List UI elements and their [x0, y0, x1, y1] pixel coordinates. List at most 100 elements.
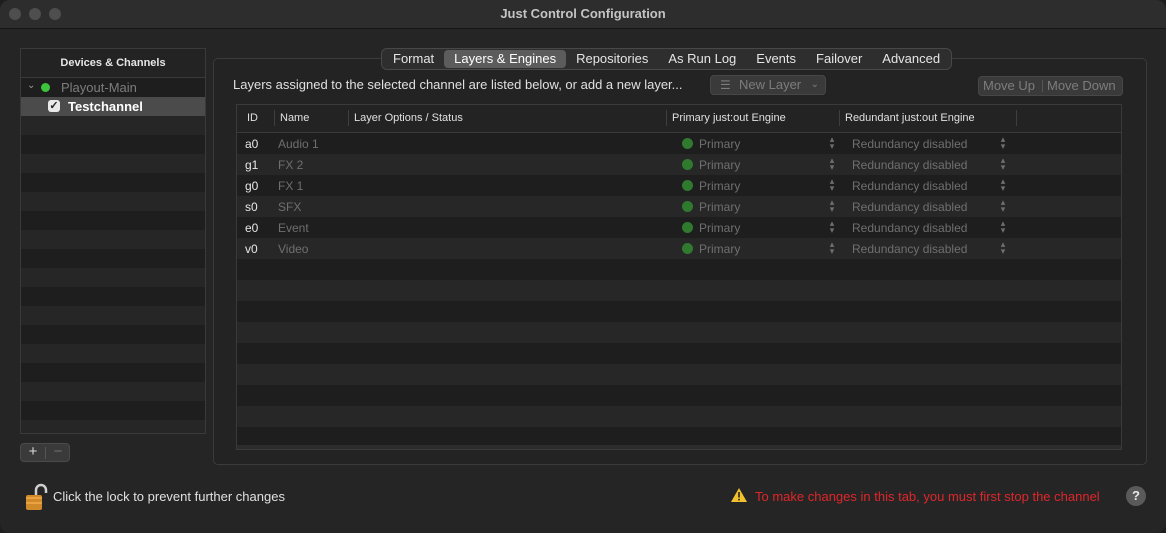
tab-as-run-log[interactable]: As Run Log	[658, 50, 746, 68]
tab-failover[interactable]: Failover	[806, 50, 872, 68]
tab-advanced[interactable]: Advanced	[872, 50, 950, 68]
lock-icon[interactable]	[26, 483, 48, 511]
table-bottom-edge	[237, 445, 1121, 449]
empty-row	[21, 325, 205, 344]
layers-table: ID Name Layer Options / Status Primary j…	[236, 104, 1122, 450]
column-header-id[interactable]: ID	[247, 112, 258, 124]
up-down-arrows-icon[interactable]: ▴ ▾	[999, 219, 1007, 235]
empty-row	[21, 287, 205, 306]
empty-row	[21, 135, 205, 154]
table-rows: a0 Audio 1 Primary ▴ ▾ Redundancy disabled ▴ ▾ g…	[237, 133, 1121, 448]
sidebar-empty-rows	[21, 116, 205, 433]
column-separator	[348, 110, 349, 126]
up-down-arrows-icon[interactable]: ▴ ▾	[828, 135, 836, 151]
empty-row	[237, 322, 1121, 343]
redundant-engine-value[interactable]: Redundancy disabled	[852, 137, 967, 151]
empty-row	[237, 364, 1121, 385]
empty-row	[21, 230, 205, 249]
add-button[interactable]: +	[21, 443, 45, 460]
engine-status-dot	[682, 222, 693, 233]
empty-row	[237, 280, 1121, 301]
layer-name: FX 2	[278, 158, 304, 172]
redundant-engine-value[interactable]: Redundancy disabled	[852, 221, 967, 235]
column-separator	[666, 110, 667, 126]
empty-row	[237, 301, 1121, 322]
up-down-arrows-icon[interactable]: ▴ ▾	[828, 156, 836, 172]
empty-row	[21, 401, 205, 420]
empty-row	[21, 363, 205, 382]
empty-row	[21, 382, 205, 401]
tab-events[interactable]: Events	[746, 50, 806, 68]
engine-status-dot	[682, 138, 693, 149]
redundant-engine-value[interactable]: Redundancy disabled	[852, 200, 967, 214]
table-row[interactable]: e0 Event Primary ▴ ▾ Redundancy disabled ▴ ▾	[237, 217, 1121, 238]
layer-name: Event	[278, 221, 309, 235]
up-down-arrows-icon[interactable]: ▴ ▾	[999, 198, 1007, 214]
layer-name: SFX	[278, 200, 302, 214]
configuration-window: Just Control Configuration Devices & Cha…	[0, 0, 1166, 533]
new-layer-button[interactable]: ☰ New Layer ⌄	[710, 75, 826, 95]
move-down-button[interactable]: Move Down	[1047, 77, 1116, 95]
table-row[interactable]: s0 SFX Primary ▴ ▾ Redundancy disabled ▴ ▾	[237, 196, 1121, 217]
primary-engine-value[interactable]: Primary	[699, 179, 740, 193]
table-row[interactable]: g0 FX 1 Primary ▴ ▾ Redundancy disabled ▴ ▾	[237, 175, 1121, 196]
move-up-button[interactable]: Move Up	[983, 77, 1035, 95]
up-down-arrows-icon[interactable]: ▴ ▾	[999, 177, 1007, 193]
devices-channels-list: Devices & Channels ⌄ Playout-Main ✓ Test…	[20, 48, 206, 434]
layer-id: g1	[245, 158, 259, 172]
remove-button[interactable]: −	[46, 443, 70, 460]
table-row[interactable]: g1 FX 2 Primary ▴ ▾ Redundancy disabled ▴ ▾	[237, 154, 1121, 175]
tab-bar: Format Layers & Engines Repositories As Run…	[381, 48, 953, 70]
layer-name: FX 1	[278, 179, 304, 193]
redundant-engine-value[interactable]: Redundancy disabled	[852, 179, 967, 193]
layer-id: g0	[245, 179, 259, 193]
up-down-arrows-icon[interactable]: ▴ ▾	[828, 198, 836, 214]
column-separator	[274, 110, 275, 126]
channel-enabled-checkbox[interactable]: ✓	[48, 100, 60, 112]
column-separator	[839, 110, 840, 126]
help-button[interactable]: ?	[1126, 486, 1146, 506]
up-down-arrows-icon[interactable]: ▴ ▾	[828, 177, 836, 193]
tab-layers-engines[interactable]: Layers & Engines	[444, 50, 567, 68]
table-row[interactable]: v0 Video Primary ▴ ▾ Redundancy disabled ▴ ▾	[237, 238, 1121, 259]
add-remove-control: + −	[20, 443, 70, 462]
empty-row	[21, 192, 205, 211]
divider	[1042, 80, 1043, 92]
tab-repositories[interactable]: Repositories	[566, 50, 658, 68]
up-down-arrows-icon[interactable]: ▴ ▾	[828, 240, 836, 256]
empty-row	[21, 173, 205, 192]
lock-message: Click the lock to prevent further change…	[53, 489, 285, 504]
chevron-down-icon[interactable]: ⌄	[27, 80, 35, 91]
up-down-arrows-icon[interactable]: ▴ ▾	[999, 135, 1007, 151]
empty-row	[21, 249, 205, 268]
redundant-engine-value[interactable]: Redundancy disabled	[852, 158, 967, 172]
empty-row	[21, 344, 205, 363]
layer-id: a0	[245, 137, 259, 151]
window-title: Just Control Configuration	[500, 6, 666, 21]
channel-row-testchannel[interactable]: ✓ Testchannel	[21, 97, 205, 116]
layer-id: v0	[245, 242, 258, 256]
device-status-dot	[41, 83, 50, 92]
table-row[interactable]: a0 Audio 1 Primary ▴ ▾ Redundancy disabled ▴ ▾	[237, 133, 1121, 154]
primary-engine-value[interactable]: Primary	[699, 221, 740, 235]
tab-format[interactable]: Format	[383, 50, 444, 68]
primary-engine-value[interactable]: Primary	[699, 242, 740, 256]
column-header-name[interactable]: Name	[280, 112, 309, 124]
empty-row	[21, 268, 205, 287]
devices-channels-header: Devices & Channels	[21, 49, 205, 78]
redundant-engine-value[interactable]: Redundancy disabled	[852, 242, 967, 256]
primary-engine-value[interactable]: Primary	[699, 200, 740, 214]
up-down-arrows-icon[interactable]: ▴ ▾	[999, 240, 1007, 256]
empty-row	[237, 406, 1121, 427]
up-down-arrows-icon[interactable]: ▴ ▾	[828, 219, 836, 235]
primary-engine-value[interactable]: Primary	[699, 137, 740, 151]
primary-engine-value[interactable]: Primary	[699, 158, 740, 172]
up-down-arrows-icon[interactable]: ▴ ▾	[999, 156, 1007, 172]
column-header-primary[interactable]: Primary just:out Engine	[672, 112, 786, 124]
empty-row	[21, 420, 205, 433]
layer-name: Audio 1	[278, 137, 319, 151]
device-row-playout-main[interactable]: ⌄ Playout-Main	[21, 78, 205, 97]
column-header-options[interactable]: Layer Options / Status	[354, 112, 463, 124]
layers-hint: Layers assigned to the selected channel …	[233, 77, 683, 92]
column-header-redundant[interactable]: Redundant just:out Engine	[845, 112, 975, 124]
